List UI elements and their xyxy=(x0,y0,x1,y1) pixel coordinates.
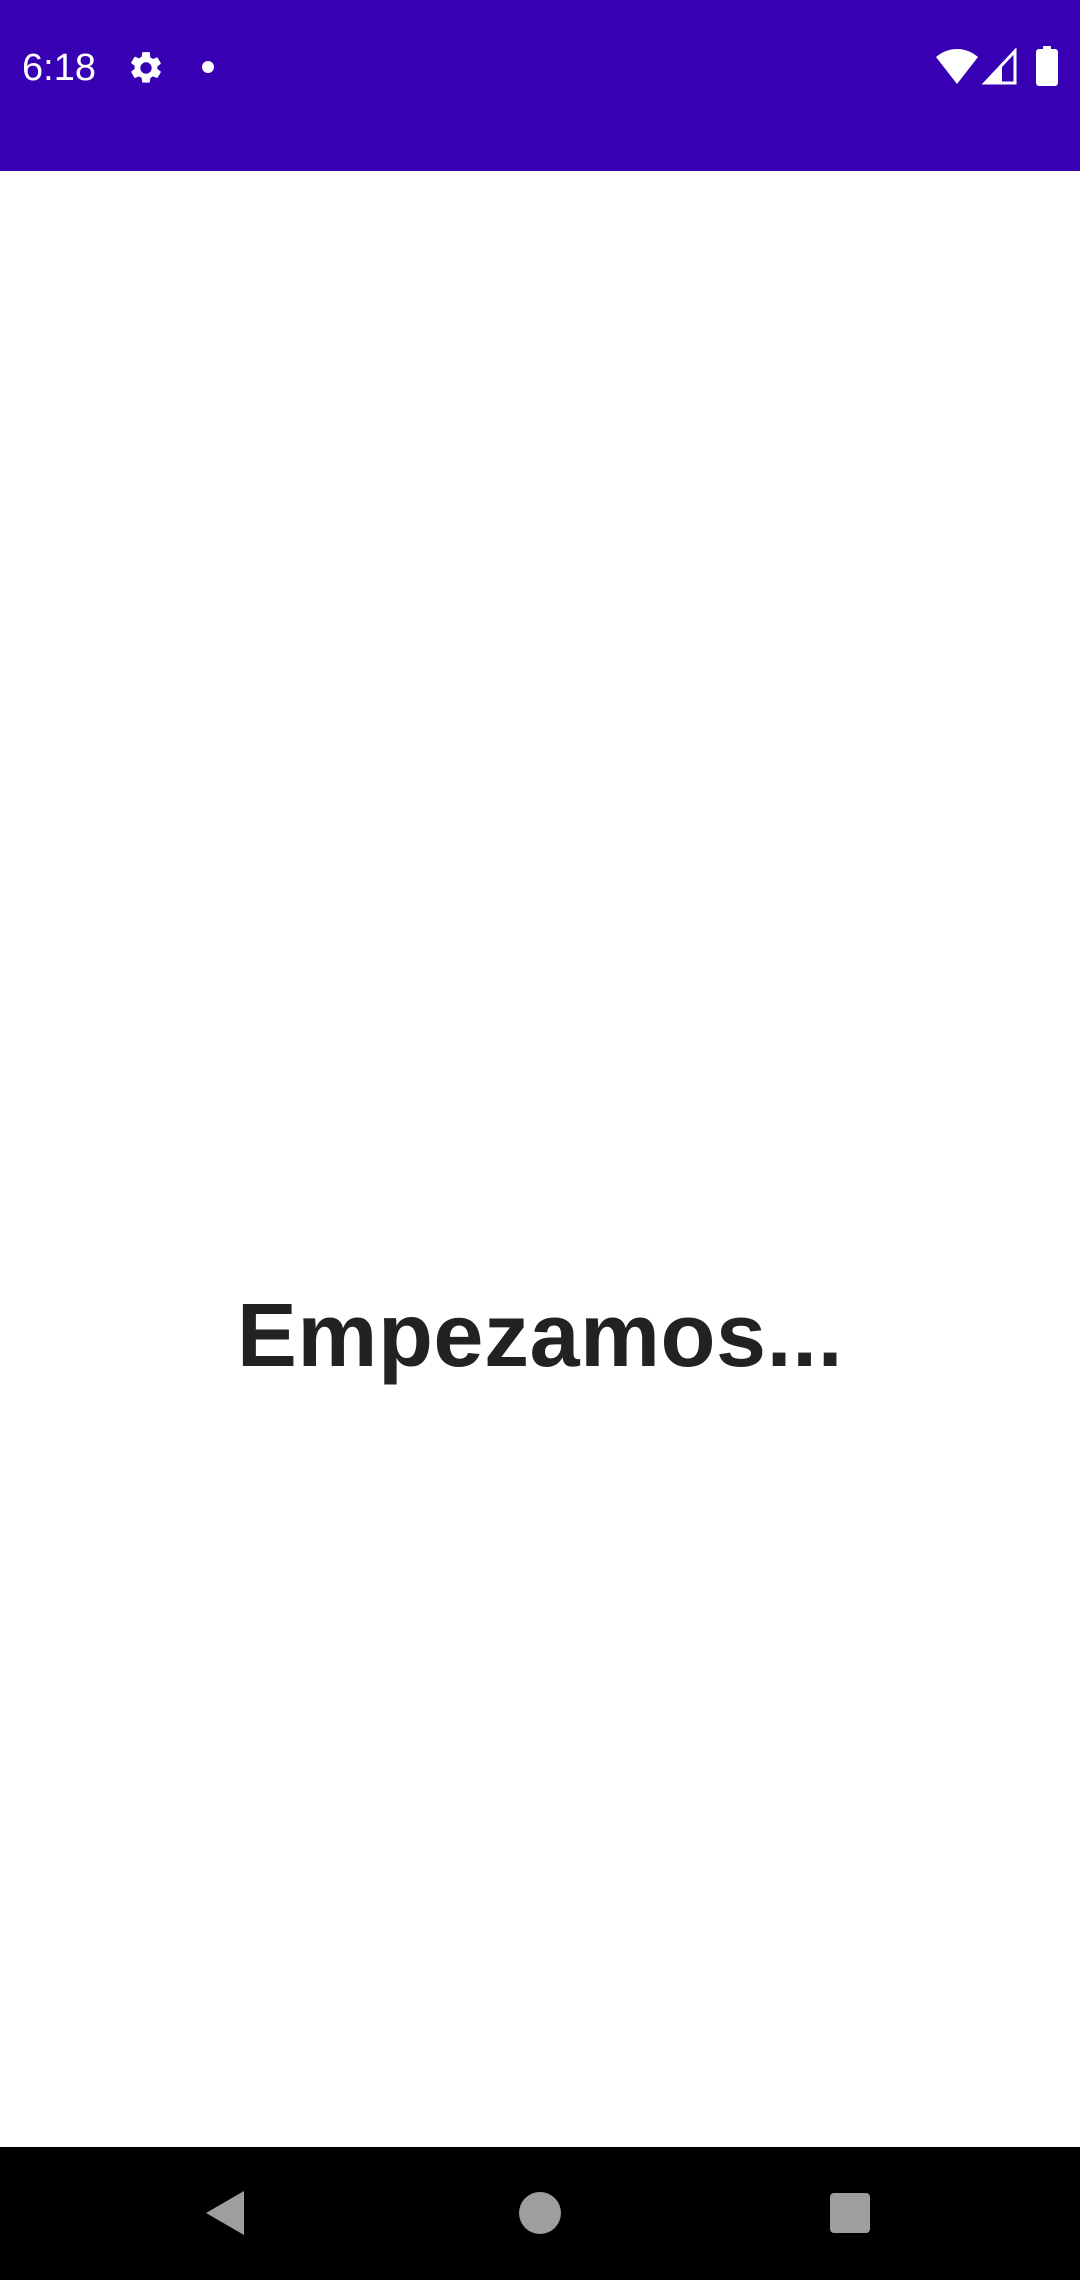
notification-dot-icon xyxy=(202,61,214,73)
status-bar: 6:18 xyxy=(0,0,1080,171)
home-button-icon[interactable] xyxy=(518,2191,562,2235)
status-time: 6:18 xyxy=(22,47,96,89)
system-navigation-bar xyxy=(0,2147,1080,2280)
recents-button-icon[interactable] xyxy=(829,2192,871,2234)
main-content: Empezamos... xyxy=(0,171,1080,2147)
wifi-icon xyxy=(936,49,978,84)
start-headline: Empezamos... xyxy=(236,1286,844,1386)
app-screen: 6:18 Empezamos... xyxy=(0,0,1080,2280)
cell-signal-icon xyxy=(982,48,1017,85)
gear-icon xyxy=(131,52,161,83)
back-button-icon[interactable] xyxy=(204,2189,246,2237)
battery-icon xyxy=(1036,46,1058,86)
